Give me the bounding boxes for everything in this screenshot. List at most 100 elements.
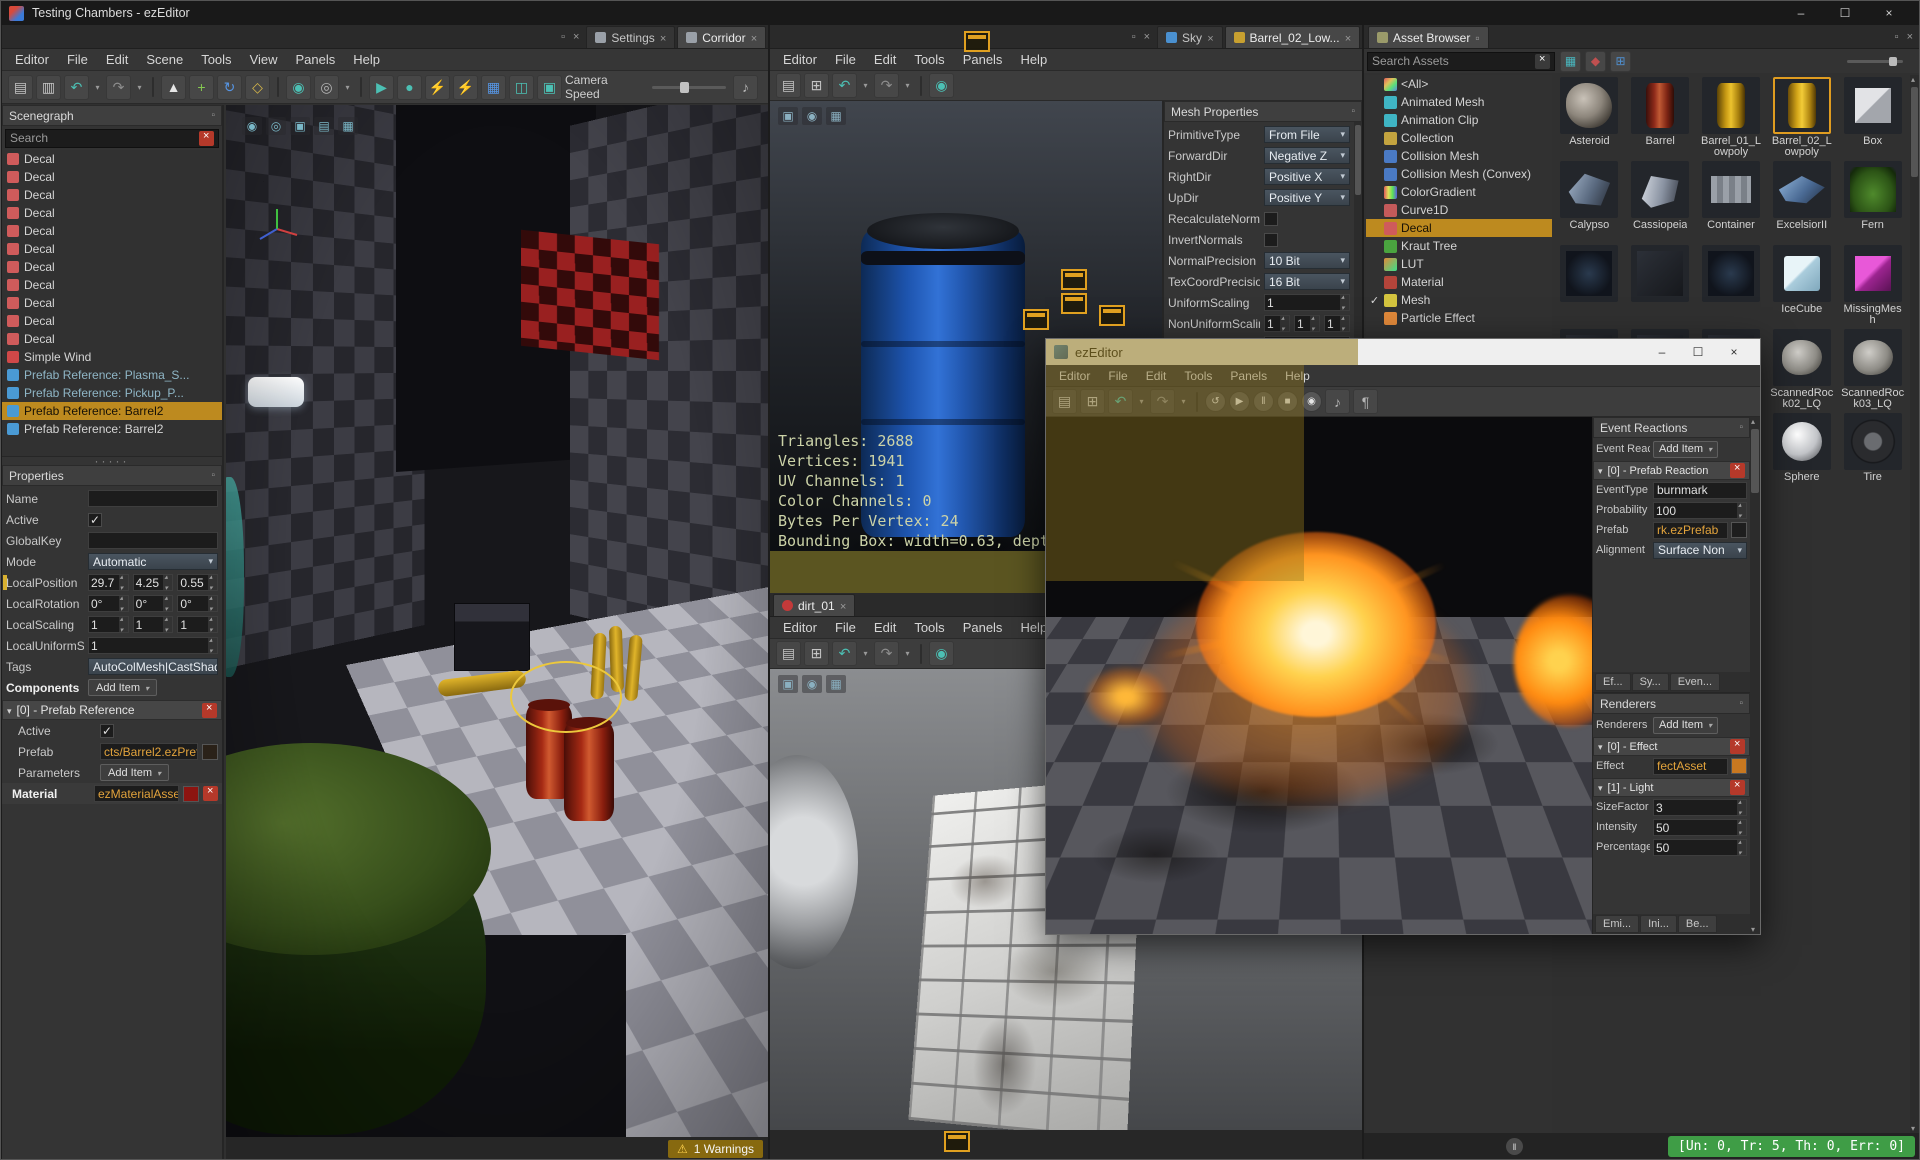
add-item-button[interactable]: Add Item — [100, 764, 170, 781]
undo-icon[interactable]: ↶ — [832, 73, 857, 98]
scenegraph-item[interactable]: Prefab Reference: Barrel2 — [2, 402, 222, 420]
checkbox[interactable] — [1264, 232, 1278, 247]
dropdown[interactable]: Automatic — [88, 553, 218, 570]
undo-menu-icon[interactable]: ▾ — [860, 641, 871, 666]
redo-menu-icon[interactable]: ▾ — [902, 641, 913, 666]
grid-icon[interactable]: ▦ — [826, 675, 846, 693]
redo-icon[interactable]: ↷ — [1150, 389, 1175, 414]
add-item-button[interactable]: Add Item — [1653, 716, 1719, 734]
undo-menu-icon[interactable]: ▾ — [860, 73, 871, 98]
transform-menu-icon[interactable]: ▾ — [342, 75, 353, 100]
snap-pivot-icon[interactable]: ▣ — [537, 74, 562, 100]
separator[interactable] — [360, 77, 362, 97]
number-input-y[interactable]: 1 — [132, 615, 174, 634]
dropdown[interactable]: 10 Bit — [1264, 252, 1350, 269]
close-tab-icon[interactable] — [1345, 31, 1351, 45]
text-input[interactable]: ezMaterialAsset — [94, 785, 179, 802]
menu-item[interactable]: Tools — [905, 620, 953, 635]
text-input[interactable] — [88, 490, 218, 507]
number-input-z[interactable]: 0° — [177, 594, 219, 613]
world-icon[interactable]: ◉ — [929, 641, 954, 666]
asset-type-item[interactable]: Animation Clip — [1366, 111, 1552, 129]
separator[interactable] — [920, 643, 922, 664]
panel-splitter[interactable] — [2, 457, 222, 465]
asset-type-item[interactable]: Collision Mesh — [1366, 147, 1552, 165]
copy-icon[interactable]: ⊞ — [804, 641, 829, 666]
save-icon[interactable]: ▤ — [776, 73, 801, 98]
asset-item[interactable] — [1554, 243, 1625, 327]
pilcrow-icon[interactable]: ¶ — [1353, 389, 1378, 414]
asset-type-item[interactable]: <All> — [1366, 75, 1552, 93]
simulate-icon[interactable]: ● — [397, 74, 422, 100]
document-tab[interactable]: Barrel_02_Low... — [1224, 26, 1360, 48]
text-input[interactable] — [88, 532, 218, 549]
asset-item[interactable]: Container — [1696, 159, 1767, 243]
menu-item[interactable]: Help — [344, 52, 389, 67]
speed-down-icon[interactable]: ⚡ — [453, 74, 478, 100]
menu-item[interactable]: Panels — [954, 620, 1012, 635]
asset-type-item[interactable]: ✓ Mesh — [1366, 291, 1552, 309]
maximize-button[interactable]: ☐ — [1680, 345, 1716, 359]
asset-type-item[interactable]: Collection — [1366, 129, 1552, 147]
grid-icon[interactable]: ▦ — [826, 107, 846, 125]
asset-browser-tab[interactable]: Asset Browser — [1368, 26, 1489, 48]
document-tab[interactable]: Corridor — [677, 26, 766, 48]
asset-item[interactable]: IceCube — [1766, 243, 1837, 327]
undo-menu-icon[interactable]: ▾ — [1136, 389, 1147, 414]
checkbox[interactable] — [1264, 211, 1278, 226]
globe-icon[interactable]: ◎ — [266, 117, 286, 135]
pause-status-icon[interactable]: ‖ — [1506, 1138, 1523, 1155]
expand-icon[interactable]: ▣ — [290, 117, 310, 135]
number-input-x[interactable]: 29.7 — [88, 573, 129, 592]
dock-icon[interactable] — [561, 31, 565, 43]
add-item-button[interactable]: Add Item — [88, 679, 158, 696]
asset-item[interactable]: Tire — [1837, 411, 1908, 495]
number-input[interactable]: 50 — [1653, 838, 1747, 857]
panel-tab[interactable]: Ef... — [1595, 673, 1631, 691]
component-group-header[interactable]: [0] - Prefab Reaction — [1593, 461, 1750, 480]
asset-item[interactable]: Calypso — [1554, 159, 1625, 243]
text-input[interactable]: burnmark — [1653, 481, 1747, 499]
asset-item[interactable]: Cassiopeia — [1625, 159, 1696, 243]
panel-tab[interactable]: Sy... — [1631, 673, 1669, 691]
film-icon[interactable]: ▤ — [314, 117, 334, 135]
asset-item[interactable]: Box — [1837, 75, 1908, 159]
pivot-icon[interactable]: ◎ — [314, 74, 339, 100]
save-icon[interactable]: ▤ — [8, 74, 33, 100]
dropdown[interactable]: AutoColMesh|CastShadow — [88, 658, 218, 675]
menu-item[interactable]: File — [1099, 369, 1136, 383]
clear-search-icon[interactable] — [199, 130, 214, 146]
float-panel-icon[interactable] — [1739, 422, 1743, 433]
snap-move-icon[interactable]: ◫ — [509, 74, 534, 100]
add-item-button[interactable]: Add Item — [1653, 440, 1719, 458]
dock-icon[interactable] — [1132, 31, 1136, 43]
particle-preview-viewport[interactable] — [1046, 417, 1592, 934]
separator[interactable] — [920, 75, 922, 96]
menu-item[interactable]: Edit — [97, 52, 137, 67]
translate-tool-icon[interactable]: + — [189, 74, 214, 100]
asset-item[interactable]: Barrel_01_Lowpoly — [1696, 75, 1767, 159]
asset-item[interactable]: Asteroid — [1554, 75, 1625, 159]
audio-icon[interactable]: ♪ — [733, 74, 758, 100]
redo-menu-icon[interactable]: ▾ — [1178, 389, 1189, 414]
rotate-tool-icon[interactable]: ↻ — [217, 74, 242, 100]
component-group-header[interactable]: [0] - Prefab Reference — [2, 700, 222, 720]
asset-item[interactable]: Barrel_02_Lowpoly — [1766, 75, 1837, 159]
menu-item[interactable]: Panels — [1221, 369, 1276, 383]
remove-component-button[interactable] — [1730, 738, 1745, 754]
scenegraph-search-input[interactable]: Search — [5, 128, 219, 148]
float-panel-icon[interactable] — [211, 110, 215, 121]
number-input[interactable]: 1 — [1264, 293, 1350, 312]
asset-type-item[interactable]: LUT — [1366, 255, 1552, 273]
scenegraph-item[interactable]: Decal — [2, 186, 222, 204]
dropdown[interactable]: Negative Z — [1264, 147, 1350, 164]
text-input[interactable]: rk.ezPrefab — [1653, 521, 1728, 539]
remove-button[interactable] — [203, 785, 218, 801]
menu-item[interactable]: Help — [1011, 52, 1056, 67]
close-tab-icon[interactable] — [840, 599, 846, 613]
scenegraph-item[interactable]: Decal — [2, 258, 222, 276]
scenegraph-item[interactable]: Decal — [2, 222, 222, 240]
asset-item[interactable]: Sphere — [1766, 411, 1837, 495]
panel-tab[interactable]: Be... — [1677, 915, 1717, 933]
component-group-header[interactable]: [0] - Effect — [1593, 737, 1750, 756]
